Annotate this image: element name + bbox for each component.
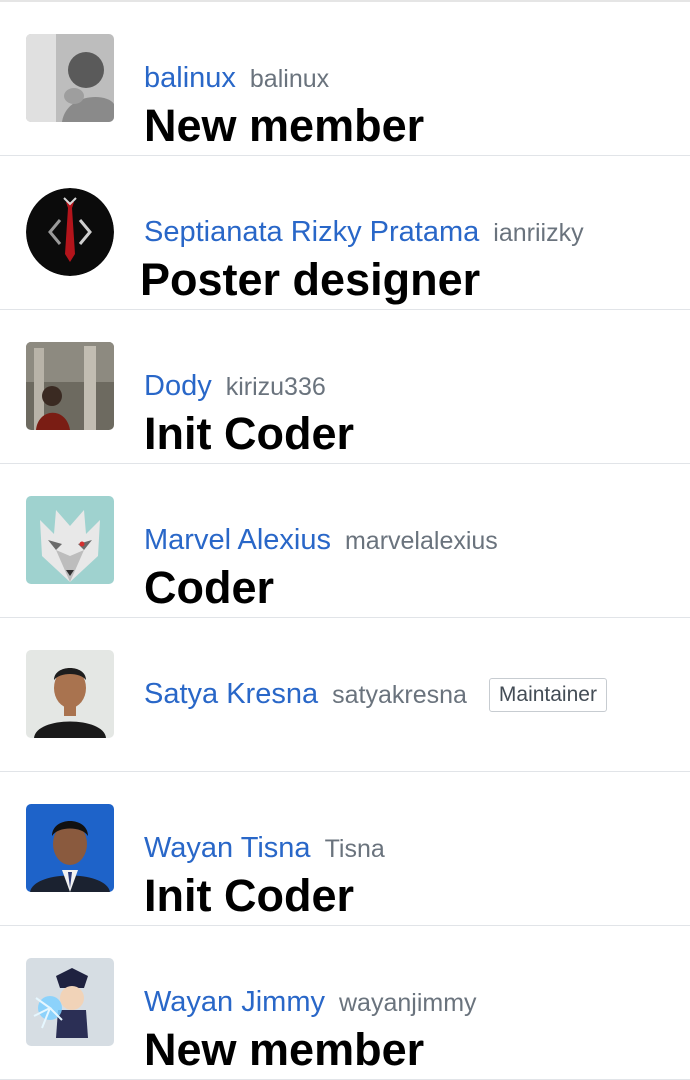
avatar[interactable] — [26, 958, 114, 1046]
member-name-link[interactable]: balinux — [144, 62, 236, 95]
avatar-photo-icon — [26, 34, 114, 122]
list-item: Satya Kresna satyakresna Maintainer — [0, 618, 690, 772]
member-bio: Init Coder — [144, 408, 354, 459]
list-item: balinux balinux New member — [0, 2, 690, 156]
member-login: Tisna — [324, 835, 385, 863]
maintainer-badge: Maintainer — [488, 678, 607, 712]
member-name-link[interactable]: Dody — [144, 370, 212, 403]
member-name-link[interactable]: Septianata Rizky Pratama — [144, 216, 479, 249]
wolf-avatar-icon — [26, 496, 114, 584]
member-name-link[interactable]: Wayan Tisna — [144, 832, 311, 865]
avatar[interactable] — [26, 804, 114, 892]
list-item: Marvel Alexius marvelalexius Coder — [0, 464, 690, 618]
avatar[interactable] — [26, 496, 114, 584]
avatar[interactable] — [26, 34, 114, 122]
member-bio: Init Coder — [144, 870, 354, 921]
list-item: Septianata Rizky Pratama ianriizky Poste… — [0, 156, 690, 310]
anime-avatar-icon — [26, 958, 114, 1046]
avatar-photo-icon — [26, 804, 114, 892]
member-bio: New member — [144, 1024, 425, 1075]
list-item: Wayan Jimmy wayanjimmy New member — [0, 926, 690, 1080]
avatar[interactable] — [26, 650, 114, 738]
code-tie-logo-icon — [26, 188, 114, 276]
member-login: marvelalexius — [344, 527, 498, 555]
member-name-link[interactable]: Satya Kresna — [144, 678, 318, 711]
member-bio: Coder — [144, 562, 275, 613]
member-login: balinux — [249, 65, 330, 93]
avatar-photo-icon — [26, 342, 114, 430]
avatar-photo-icon — [26, 650, 114, 738]
avatar[interactable] — [26, 188, 114, 276]
avatar[interactable] — [26, 342, 114, 430]
list-item: Wayan Tisna Tisna Init Coder — [0, 772, 690, 926]
member-name-link[interactable]: Wayan Jimmy — [144, 986, 325, 1019]
member-bio: New member — [144, 100, 425, 151]
member-login: kirizu336 — [225, 373, 326, 401]
member-login: ianriizky — [493, 219, 584, 247]
list-item: Dody kirizu336 Init Coder — [0, 310, 690, 464]
member-bio: Poster designer — [140, 254, 481, 305]
member-login: satyakresna — [332, 681, 467, 709]
member-login: wayanjimmy — [339, 989, 477, 1017]
member-list: balinux balinux New member Septianata Ri… — [0, 0, 690, 1080]
member-name-link[interactable]: Marvel Alexius — [144, 524, 331, 557]
